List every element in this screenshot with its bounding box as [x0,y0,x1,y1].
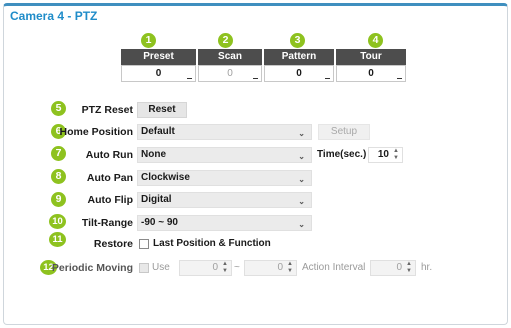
tour-value: 0 [368,68,374,79]
restore-checkbox[interactable] [139,239,149,249]
spinner-arrows-icon[interactable]: ▲ ▼ [406,261,412,275]
range-separator: ~ [234,262,240,273]
scan-header: Scan [198,49,262,65]
action-interval-label: Action Interval [302,262,366,273]
setup-button[interactable]: Setup [318,124,370,140]
chevron-down-icon [187,78,192,79]
auto-flip-label: Auto Flip [87,194,134,206]
chevron-down-icon [397,78,402,79]
auto-pan-label: Auto Pan [86,172,133,184]
badge-3: 3 [290,33,305,48]
pattern-value: 0 [296,68,302,79]
auto-pan-select[interactable]: Clockwise ⌄ [137,170,312,186]
chevron-down-icon [253,78,258,79]
page-title: Camera 4 - PTZ [10,9,98,23]
chevron-down-icon: ⌄ [298,175,305,184]
start-time-value: 0 [212,262,218,273]
action-interval-stepper[interactable]: 0 ▲ ▼ [370,260,416,276]
ptz-reset-label: PTZ Reset [81,104,133,116]
auto-pan-value: Clockwise [141,172,190,183]
spinner-arrows-icon[interactable]: ▲ ▼ [222,261,228,275]
restore-label: Restore [93,238,133,250]
pattern-header: Pattern [264,49,334,65]
auto-flip-value: Digital [141,194,172,205]
time-sec-stepper[interactable]: 10 ▲ ▼ [368,147,403,163]
spinner-arrows-icon[interactable]: ▲ ▼ [393,148,399,162]
tour-select[interactable]: 0 [336,65,406,82]
chevron-down-icon: ⌄ [298,152,305,161]
tilt-range-label: Tilt-Range [81,217,133,229]
chevron-down-icon: ⌄ [298,129,305,138]
spinner-arrows-icon[interactable]: ▲ ▼ [287,261,293,275]
badge-4: 4 [368,33,383,48]
preset-select[interactable]: 0 [121,65,196,82]
end-time-value: 0 [277,262,283,273]
auto-flip-select[interactable]: Digital ⌄ [137,192,312,208]
use-label: Use [152,262,170,273]
time-sec-value: 10 [377,149,389,160]
use-checkbox[interactable] [139,263,149,273]
chevron-down-icon: ⌄ [298,220,305,229]
interval-unit-label: hr. [421,262,433,273]
badge-1: 1 [141,33,156,48]
auto-run-select[interactable]: None ⌄ [137,147,312,163]
scan-select[interactable]: 0 [198,65,262,82]
home-position-label: Home Position [59,126,133,138]
auto-run-label: Auto Run [85,149,133,161]
tilt-range-select[interactable]: -90 ~ 90 ⌄ [137,215,312,231]
time-sec-label: Time(sec.) [317,149,367,160]
preset-value: 0 [155,68,162,79]
home-position-select[interactable]: Default ⌄ [137,124,312,140]
tilt-range-value: -90 ~ 90 [141,217,178,228]
end-time-stepper[interactable]: 0 ▲ ▼ [244,260,297,276]
reset-button[interactable]: Reset [137,102,187,118]
pattern-select[interactable]: 0 [264,65,334,82]
chevron-down-icon: ⌄ [298,197,305,206]
auto-run-value: None [141,149,166,160]
restore-option-label: Last Position & Function [153,238,271,249]
chevron-down-icon [325,78,330,79]
start-time-stepper[interactable]: 0 ▲ ▼ [179,260,232,276]
scan-value: 0 [227,68,233,79]
badge-2: 2 [218,33,233,48]
preset-header: Preset [121,49,196,65]
tour-header: Tour [336,49,406,65]
home-position-value: Default [141,126,175,137]
action-interval-value: 0 [396,262,402,273]
periodic-moving-label: Periodic Moving [51,262,133,274]
